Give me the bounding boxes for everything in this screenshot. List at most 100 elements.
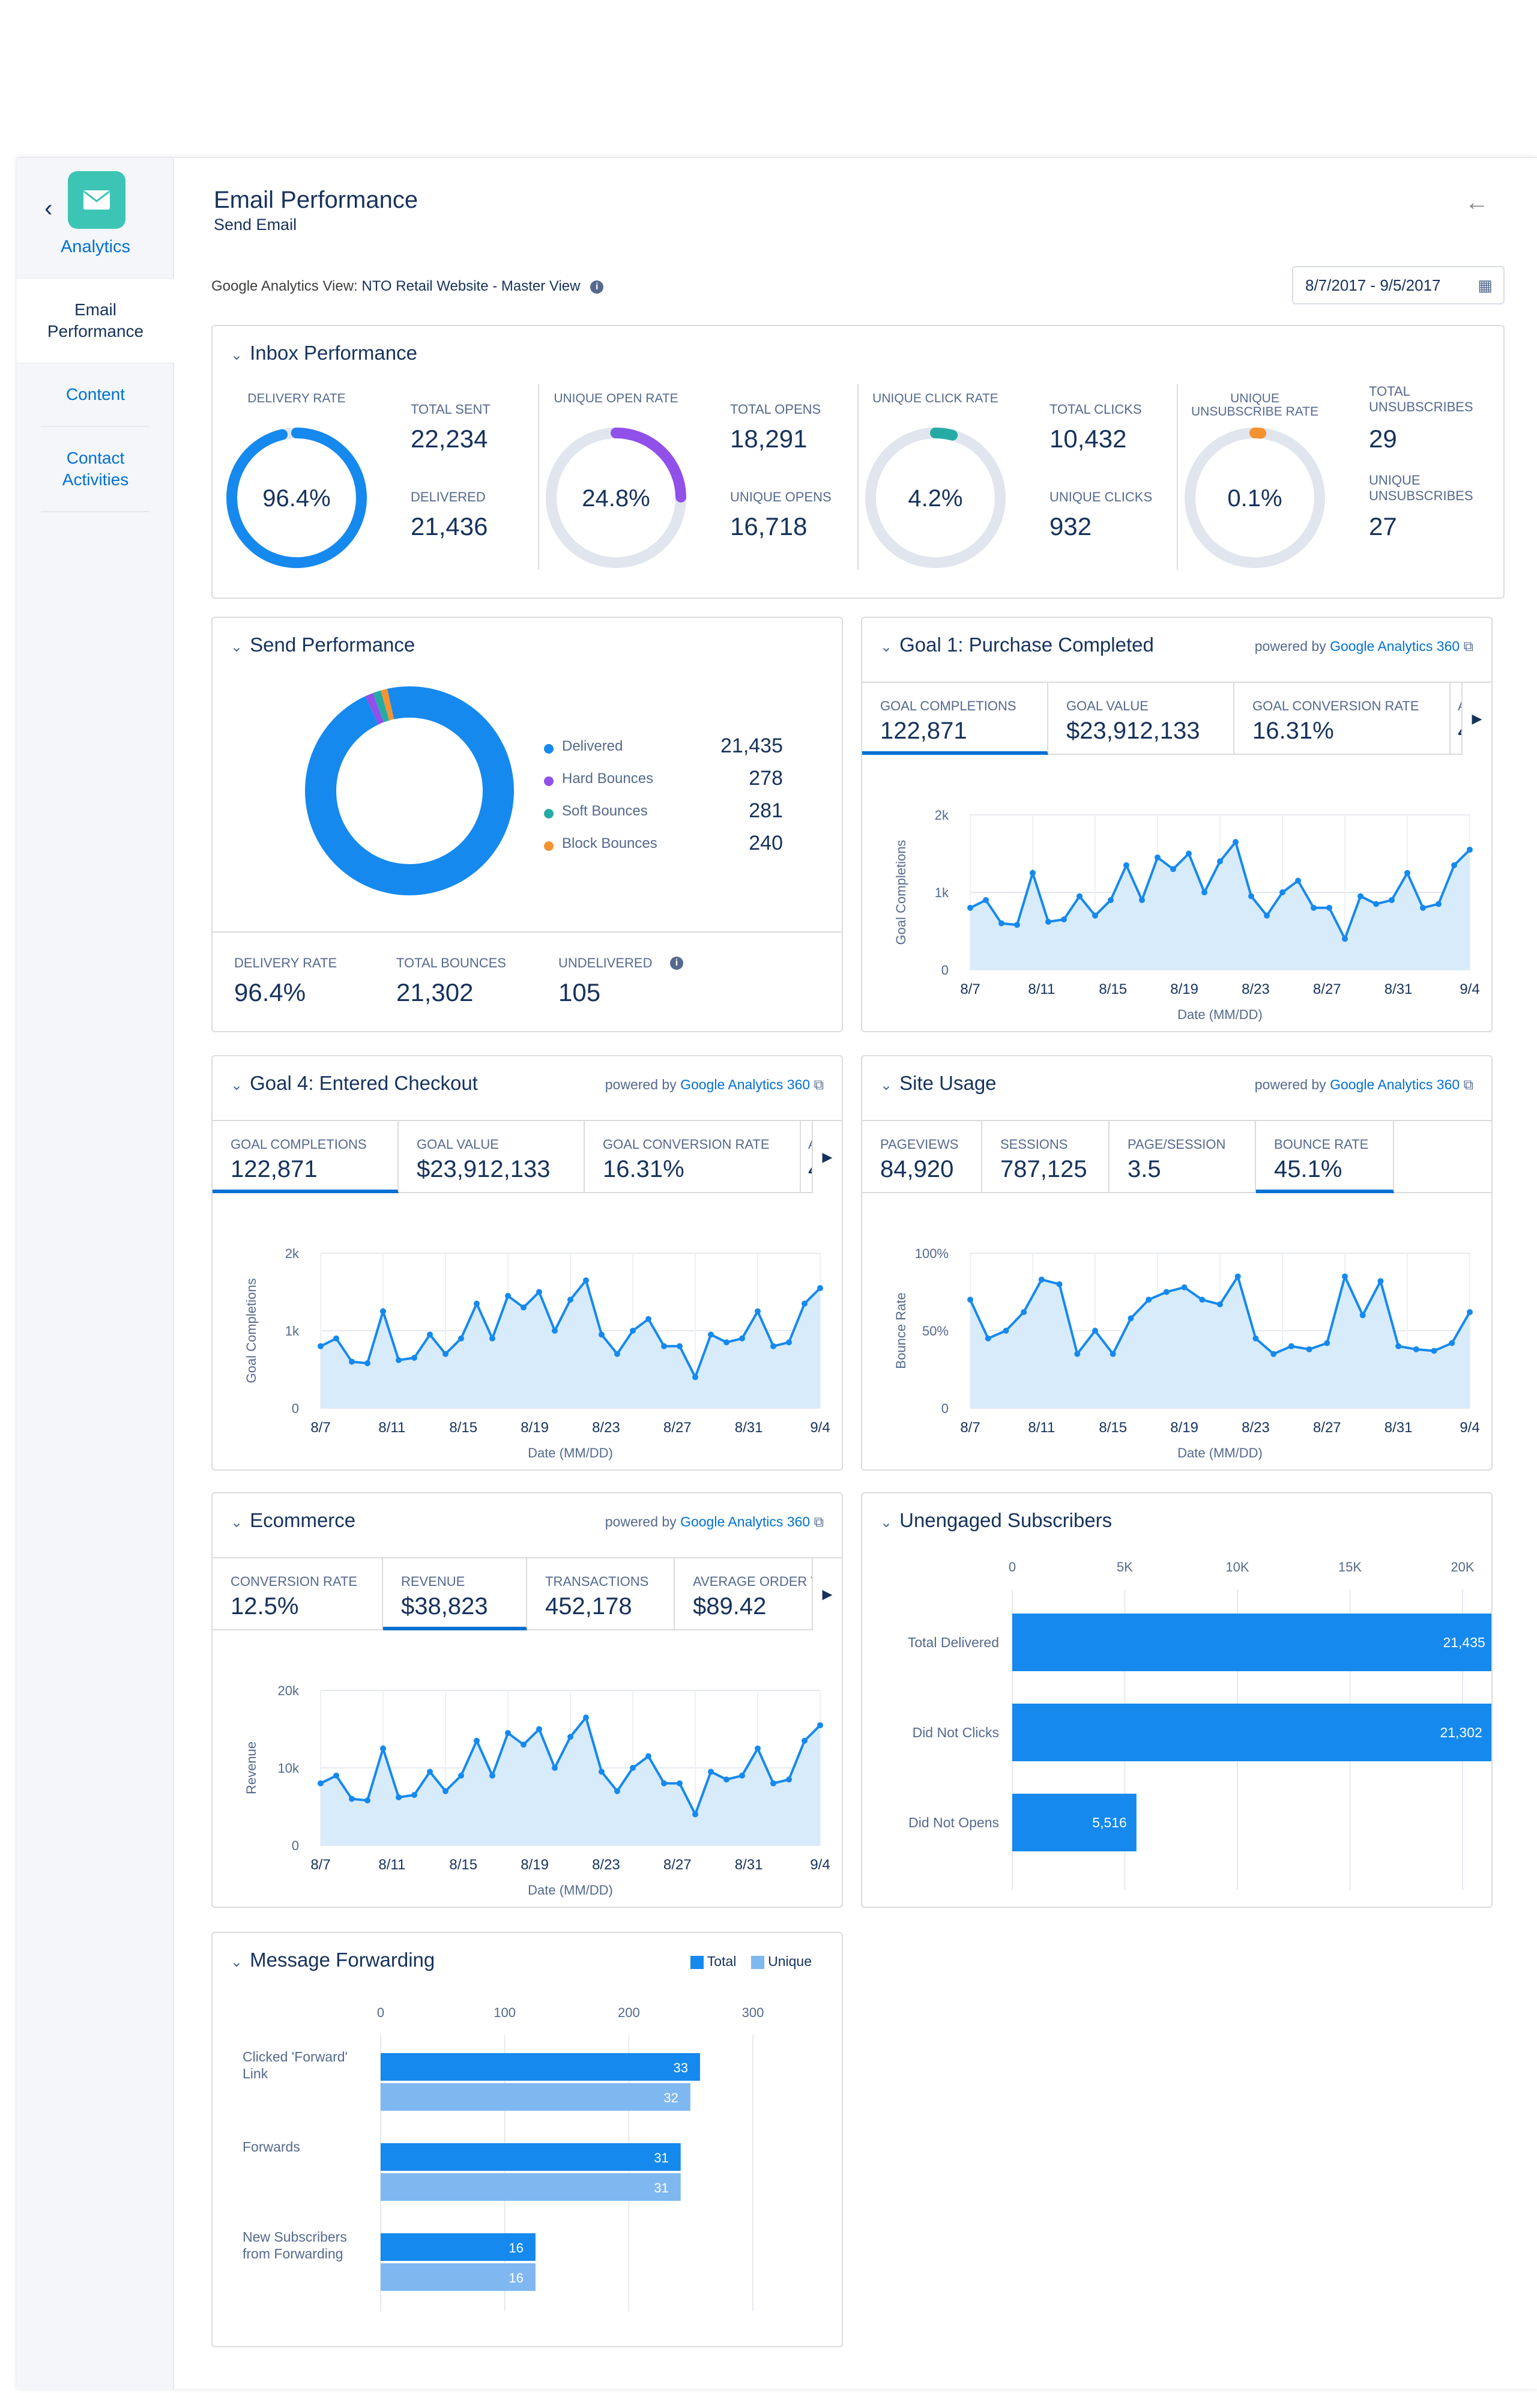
data-point[interactable] (1045, 919, 1051, 925)
data-point[interactable] (614, 1788, 620, 1794)
data-point[interactable] (489, 1335, 495, 1342)
metric-tab-pageviews[interactable]: PAGEVIEWS 84,920 (862, 1121, 982, 1193)
data-point[interactable] (489, 1772, 495, 1779)
data-point[interactable] (661, 1780, 667, 1786)
data-point[interactable] (318, 1343, 324, 1349)
metric-tab-goal-completions[interactable]: GOAL COMPLETIONS 122,871 (213, 1121, 399, 1193)
data-point[interactable] (739, 1335, 745, 1342)
data-point[interactable] (380, 1308, 386, 1314)
data-point[interactable] (1056, 1281, 1063, 1287)
data-point[interactable] (739, 1772, 745, 1779)
data-point[interactable] (1155, 854, 1161, 861)
data-point[interactable] (1128, 1315, 1134, 1322)
data-point[interactable] (521, 1741, 527, 1748)
data-point[interactable] (1021, 1309, 1027, 1316)
data-point[interactable] (1279, 889, 1285, 895)
data-point[interactable] (1201, 889, 1207, 895)
data-point[interactable] (967, 904, 973, 911)
info-icon[interactable]: i (590, 280, 604, 294)
data-point[interactable] (802, 1300, 808, 1307)
data-point[interactable] (1217, 858, 1223, 865)
data-point[interactable] (1420, 904, 1426, 911)
tabs-next-arrow-icon[interactable]: ▶ (812, 1558, 842, 1630)
data-point[interactable] (364, 1797, 370, 1804)
metric-tab-conversion-rate[interactable]: CONVERSION RATE 12.5% (213, 1558, 383, 1630)
data-point[interactable] (1270, 1351, 1277, 1357)
bar-did-not-clicks[interactable] (1012, 1704, 1491, 1761)
data-point[interactable] (318, 1780, 324, 1786)
data-point[interactable] (1395, 1343, 1402, 1349)
data-point[interactable] (552, 1765, 558, 1771)
data-point[interactable] (1061, 916, 1067, 923)
card-title[interactable]: ⌄ Goal 1: Purchase Completed (880, 634, 1154, 656)
data-point[interactable] (1306, 1346, 1312, 1352)
data-point[interactable] (427, 1331, 433, 1338)
data-point[interactable] (599, 1331, 605, 1338)
metric-tab-average-order-v[interactable]: AVERAGE ORDER V $89.42 (675, 1558, 820, 1630)
data-point[interactable] (630, 1765, 636, 1771)
data-point[interactable] (427, 1768, 433, 1775)
data-point[interactable] (1146, 1296, 1152, 1303)
data-point[interactable] (396, 1357, 402, 1364)
date-range-picker[interactable]: 8/7/2017 - 9/5/2017 ▦ (1292, 266, 1505, 304)
data-point[interactable] (442, 1788, 448, 1794)
ga360-link[interactable]: Google Analytics 360 (1330, 1077, 1460, 1092)
info-icon[interactable]: i (670, 957, 683, 970)
data-point[interactable] (458, 1772, 464, 1779)
data-point[interactable] (1199, 1296, 1206, 1303)
data-point[interactable] (967, 1296, 973, 1303)
data-point[interactable] (505, 1729, 511, 1736)
data-point[interactable] (723, 1339, 729, 1346)
data-point[interactable] (1186, 850, 1192, 857)
data-point[interactable] (1288, 1343, 1294, 1349)
bar-unique[interactable] (381, 2173, 681, 2201)
external-link-icon[interactable]: ⧉ (814, 1077, 824, 1092)
data-point[interactable] (1234, 1273, 1241, 1280)
data-point[interactable] (1295, 877, 1301, 884)
data-point[interactable] (1389, 897, 1395, 903)
data-point[interactable] (1123, 862, 1129, 868)
data-point[interactable] (645, 1753, 651, 1759)
data-point[interactable] (474, 1737, 480, 1744)
data-point[interactable] (1163, 1289, 1170, 1295)
bar-total[interactable] (381, 2053, 700, 2081)
data-point[interactable] (677, 1780, 683, 1786)
chevron-down-icon[interactable]: ⌄ (231, 1077, 243, 1094)
data-point[interactable] (817, 1285, 823, 1292)
data-point[interactable] (1449, 1340, 1455, 1346)
app-label[interactable]: Analytics (17, 237, 174, 257)
data-point[interactable] (692, 1374, 698, 1381)
data-point[interactable] (1003, 1328, 1009, 1334)
sidebar-item-email-performance[interactable]: Email Performance (17, 278, 174, 363)
data-point[interactable] (1038, 1276, 1045, 1283)
data-point[interactable] (1404, 870, 1410, 876)
data-point[interactable] (1436, 901, 1442, 907)
data-point[interactable] (349, 1795, 355, 1802)
data-point[interactable] (1467, 847, 1473, 853)
data-point[interactable] (1359, 1312, 1366, 1319)
chevron-down-icon[interactable]: ⌄ (231, 638, 243, 656)
data-point[interactable] (755, 1308, 761, 1314)
data-point[interactable] (723, 1776, 729, 1783)
data-point[interactable] (770, 1343, 776, 1349)
data-point[interactable] (380, 1745, 386, 1752)
data-point[interactable] (1248, 893, 1254, 900)
card-title[interactable]: ⌄ Send Performance (231, 634, 415, 656)
metric-tab-transactions[interactable]: TRANSACTIONS 452,178 (527, 1558, 675, 1630)
data-point[interactable] (817, 1722, 823, 1729)
card-title[interactable]: ⌄ Site Usage (880, 1072, 997, 1095)
sidebar-item-content[interactable]: Content (17, 363, 174, 426)
data-point[interactable] (411, 1355, 417, 1361)
data-point[interactable] (442, 1351, 448, 1357)
data-point[interactable] (1170, 866, 1176, 873)
chevron-down-icon[interactable]: ⌄ (880, 1514, 892, 1531)
chevron-down-icon[interactable]: ⌄ (231, 346, 243, 364)
data-point[interactable] (1431, 1348, 1437, 1354)
external-link-icon[interactable]: ⧉ (1464, 638, 1473, 654)
data-point[interactable] (521, 1304, 527, 1311)
ga360-link[interactable]: Google Analytics 360 (680, 1514, 810, 1529)
card-title[interactable]: ⌄ Message Forwarding (231, 1949, 435, 1971)
card-title[interactable]: ⌄ Ecommerce (231, 1509, 355, 1532)
data-point[interactable] (1030, 870, 1036, 876)
metric-tab-bounce-rate[interactable]: BOUNCE RATE 45.1% (1256, 1121, 1394, 1193)
